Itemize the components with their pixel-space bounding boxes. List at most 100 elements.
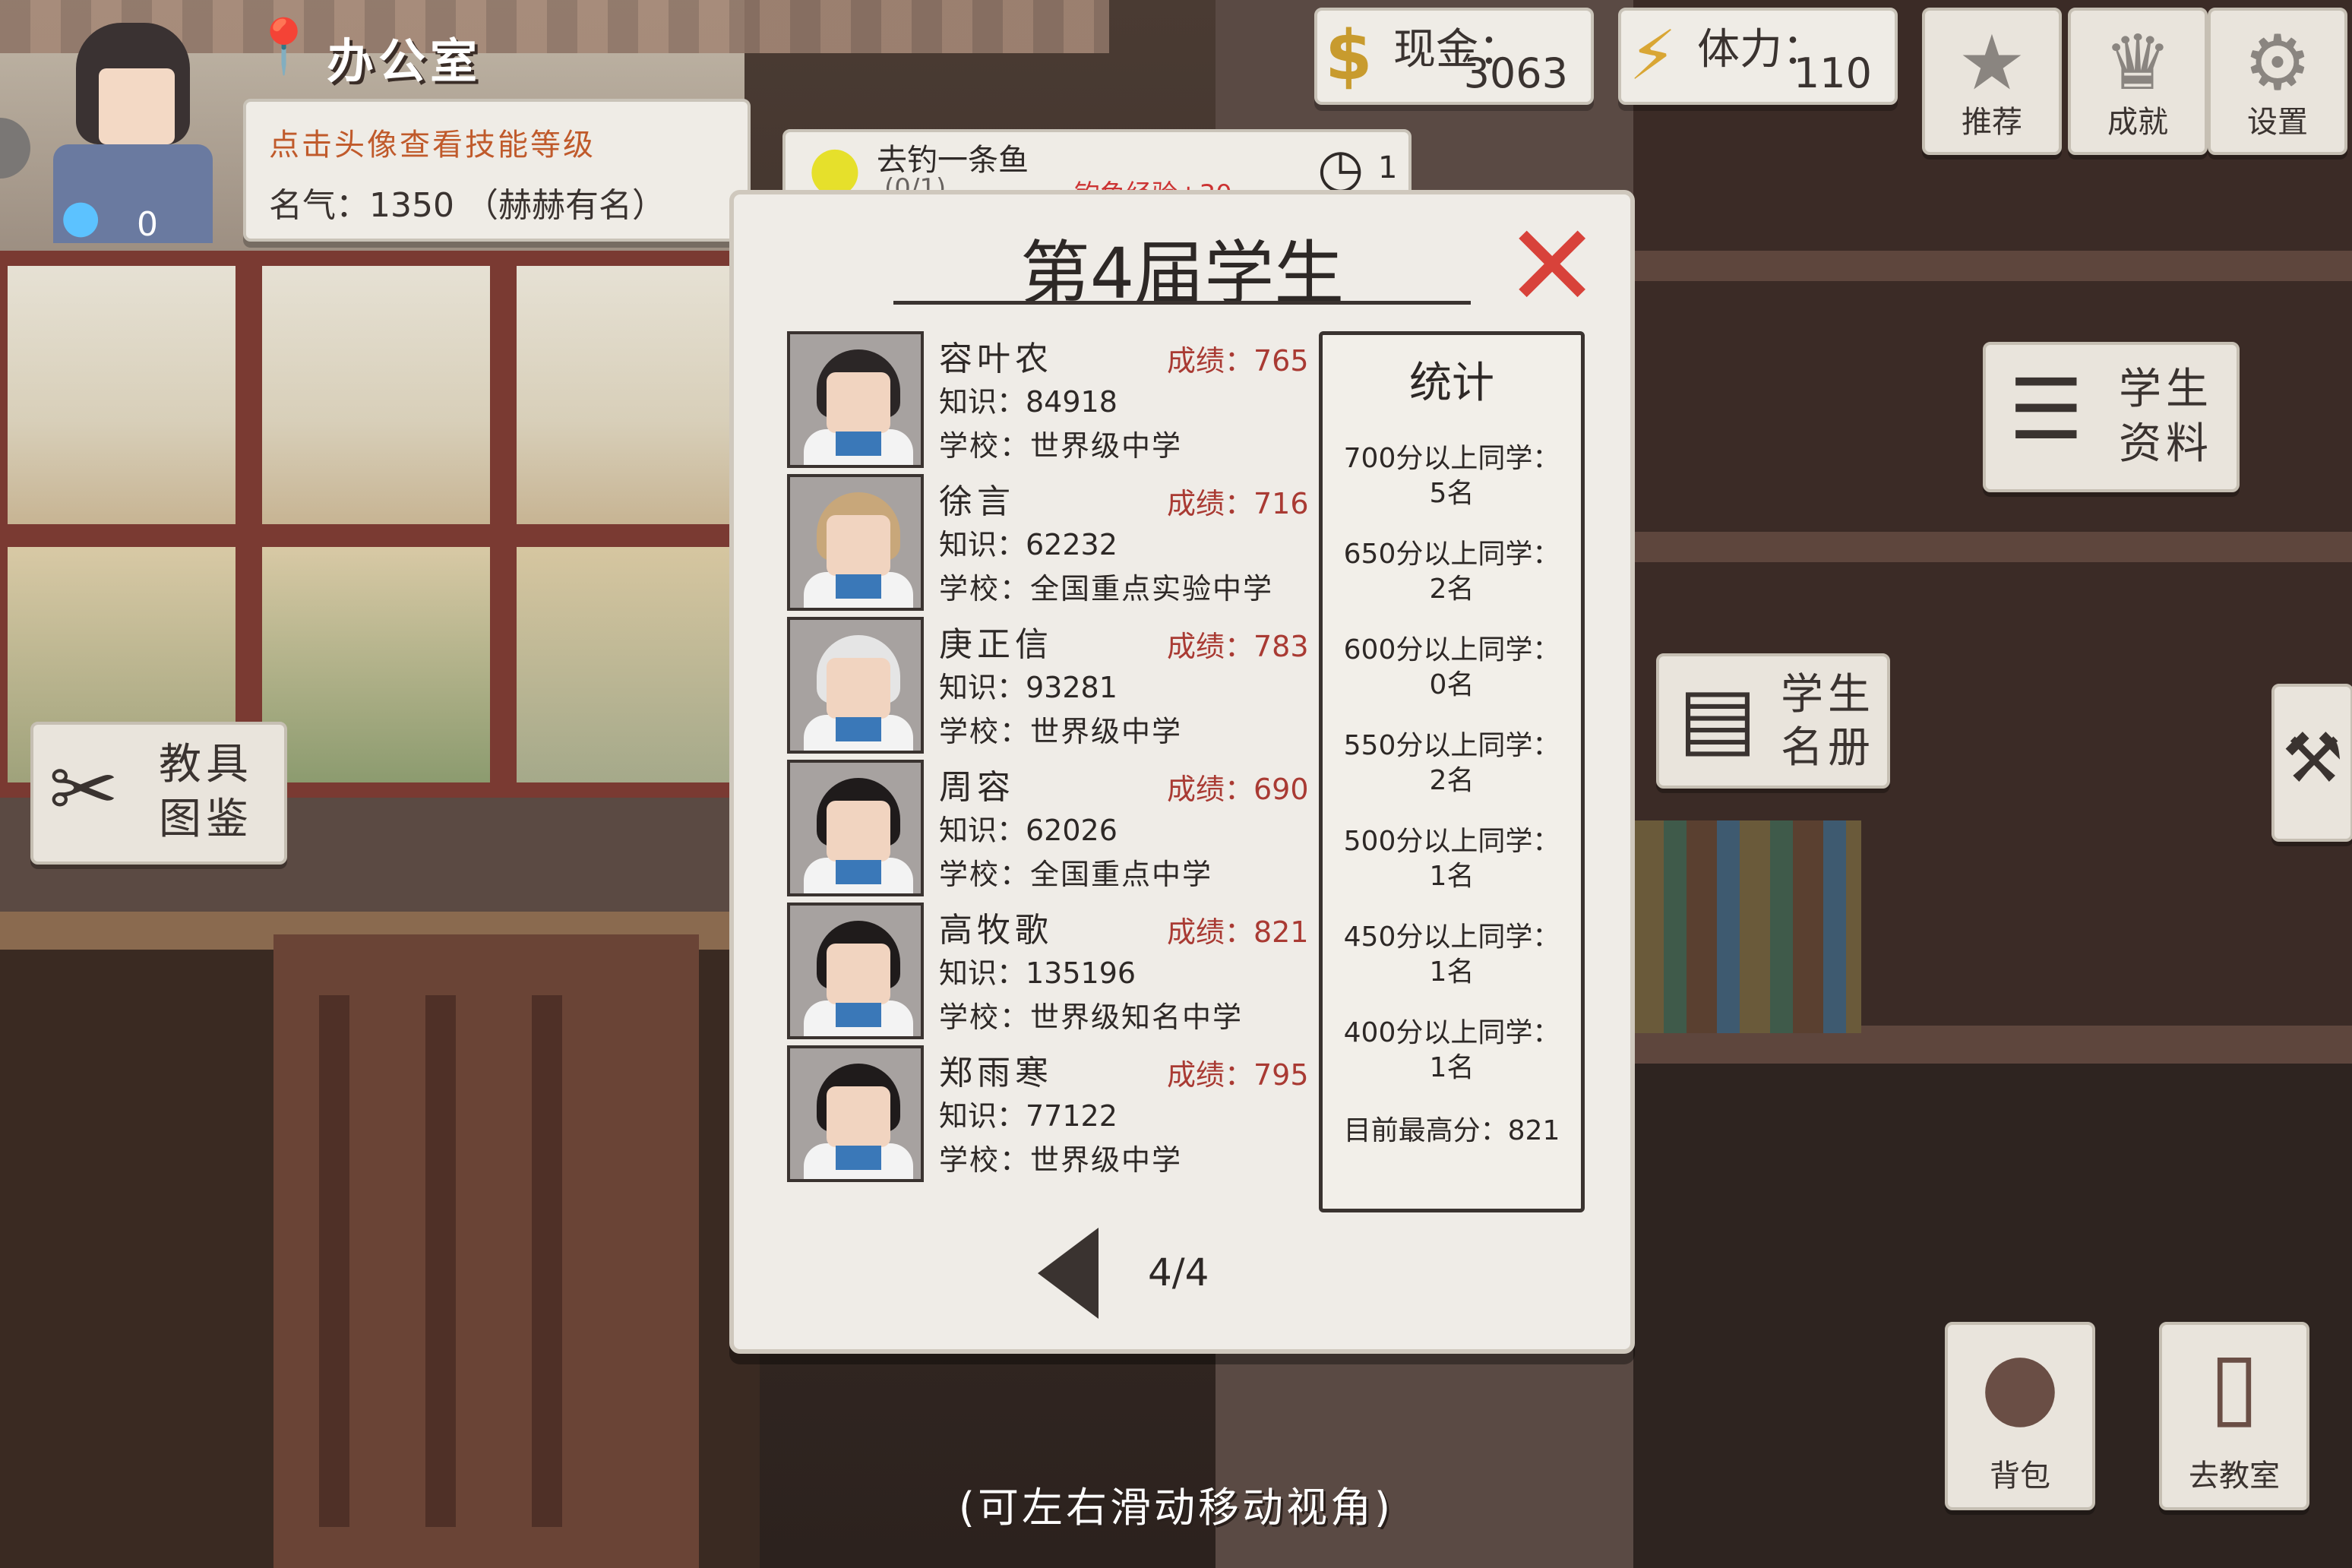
stat-count: 1名 xyxy=(1429,1052,1475,1083)
stat-label: 400分以上同学： xyxy=(1343,1017,1560,1048)
student-portrait[interactable] xyxy=(787,903,924,1039)
window-pane xyxy=(262,547,490,782)
student-name: 徐言 xyxy=(939,482,1015,521)
recommend-label: 推荐 xyxy=(1962,105,2022,140)
avatar-face xyxy=(99,68,175,144)
student-school: 学校：世界级知名中学 xyxy=(939,1001,1244,1034)
roster-label-line2: 名册 xyxy=(1781,723,1875,773)
notebook-icon: ▤ xyxy=(1678,669,1757,766)
shelf-board xyxy=(1633,532,2352,562)
room-title: 办公室 xyxy=(327,33,482,89)
background-books xyxy=(1633,820,1861,1033)
portrait-collar xyxy=(836,432,881,456)
student-knowledge: 知识：135196 xyxy=(939,956,1136,990)
student-portrait[interactable] xyxy=(787,760,924,896)
page-indicator: 4/4 xyxy=(1148,1250,1209,1295)
location-pin-icon: 📍 xyxy=(251,15,318,77)
top-score: 目前最高分：821 xyxy=(1343,1115,1560,1146)
window-pane xyxy=(262,266,490,524)
chair-slat xyxy=(425,995,456,1527)
fame-text: 名气：1350 （赫赫有名） xyxy=(269,186,665,225)
door-icon: ▯ xyxy=(2208,1332,2260,1438)
student-row[interactable]: 郑雨寒 成绩：795 知识：77122 学校：世界级中学 xyxy=(787,1045,1319,1187)
student-name: 庚正信 xyxy=(939,625,1053,664)
achievement-label: 成就 xyxy=(2107,105,2168,140)
window-pane xyxy=(517,266,737,524)
achievement-button[interactable]: ♛ 成就 xyxy=(2068,8,2208,155)
star-icon: ★ xyxy=(1958,18,2026,107)
profile-label-line1: 学生 xyxy=(2119,365,2213,414)
portrait-face xyxy=(827,658,890,719)
recommend-button[interactable]: ★ 推荐 xyxy=(1922,8,2062,155)
student-row[interactable]: 徐言 成绩：716 知识：62232 学校：全国重点实验中学 xyxy=(787,474,1319,615)
profile-label-line2: 资料 xyxy=(2119,419,2213,469)
student-grade: 成绩：795 xyxy=(1167,1058,1309,1092)
student-profile-button[interactable]: ☰ 学生 资料 xyxy=(1983,342,2240,492)
student-knowledge: 知识：93281 xyxy=(939,671,1118,704)
game-scene[interactable]: ● 0 📍 办公室 点击头像查看技能等级 名气：1350 （赫赫有名） $ 现金… xyxy=(0,0,2352,1568)
student-grade: 成绩：690 xyxy=(1167,773,1309,806)
swipe-hint: (可左右滑动移动视角) xyxy=(958,1484,1394,1532)
student-portrait[interactable] xyxy=(787,617,924,754)
portrait-face xyxy=(827,801,890,861)
student-name: 郑雨寒 xyxy=(939,1054,1053,1092)
cash-display: $ 现金： 3063 xyxy=(1314,8,1594,105)
portrait-collar xyxy=(836,574,881,599)
chair-slat xyxy=(532,995,562,1527)
stat-label: 600分以上同学： xyxy=(1343,634,1560,665)
gear-icon: ⚙ xyxy=(2243,18,2312,107)
student-knowledge: 知识：77122 xyxy=(939,1099,1118,1133)
student-row[interactable]: 高牧歌 成绩：821 知识：135196 学校：世界级知名中学 xyxy=(787,903,1319,1044)
student-row[interactable]: 庚正信 成绩：783 知识：93281 学校：世界级中学 xyxy=(787,617,1319,758)
stat-label: 700分以上同学： xyxy=(1343,443,1560,474)
dollar-icon: $ xyxy=(1325,16,1373,96)
student-row[interactable]: 容叶农 成绩：765 知识：84918 学校：世界级中学 xyxy=(787,331,1319,473)
stats-box: 统计 700分以上同学： 5名 650分以上同学： 2名 600分以上同学： 0名 550分… xyxy=(1319,331,1585,1212)
tools-catalog-button[interactable]: ✂ 教具 图鉴 xyxy=(30,722,287,865)
lightbulb-icon: ● xyxy=(61,190,101,243)
student-grade: 成绩：765 xyxy=(1167,344,1309,378)
student-school: 学校：全国重点中学 xyxy=(939,858,1213,891)
settings-button[interactable]: ⚙ 设置 xyxy=(2208,8,2347,155)
shelf-board xyxy=(1633,251,2352,281)
player-avatar[interactable]: ● 0 xyxy=(46,15,213,244)
student-grade: 成绩：783 xyxy=(1167,630,1309,663)
stat-count: 1名 xyxy=(1429,861,1475,892)
stat-count: 5名 xyxy=(1429,478,1475,509)
student-school: 学校：世界级中学 xyxy=(939,715,1183,748)
portrait-collar xyxy=(836,1003,881,1027)
stat-label: 550分以上同学： xyxy=(1343,730,1560,761)
portrait-face xyxy=(827,372,890,433)
stat-label: 650分以上同学： xyxy=(1343,539,1560,570)
settings-label: 设置 xyxy=(2247,105,2308,140)
window-pane xyxy=(517,547,737,782)
tools-label-line2: 图鉴 xyxy=(159,795,253,844)
student-portrait[interactable] xyxy=(787,331,924,468)
portrait-face xyxy=(827,1086,890,1147)
portrait-face xyxy=(827,515,890,576)
student-portrait[interactable] xyxy=(787,474,924,611)
student-knowledge: 知识：84918 xyxy=(939,385,1118,419)
bag-icon: ● xyxy=(1980,1332,2060,1438)
student-school: 学校：世界级中学 xyxy=(939,429,1183,463)
student-row[interactable]: 周容 成绩：690 知识：62026 学校：全国重点中学 xyxy=(787,760,1319,901)
student-roster-button[interactable]: ▤ 学生 名册 xyxy=(1656,653,1890,789)
student-class-panel: 第4届学生 ✕ 容叶农 成绩：765 知识：84918 学校：世界级中学 徐言 成绩：71… xyxy=(729,190,1635,1354)
student-portrait[interactable] xyxy=(787,1045,924,1182)
stat-label: 450分以上同学： xyxy=(1343,922,1560,953)
student-school: 学校：全国重点实验中学 xyxy=(939,572,1274,605)
cash-value: 3063 xyxy=(1463,49,1568,97)
close-icon[interactable]: ✕ xyxy=(1504,210,1600,324)
energy-value: 110 xyxy=(1793,49,1872,97)
student-knowledge: 知识：62026 xyxy=(939,814,1118,847)
energy-display: ⚡ 体力： 110 xyxy=(1618,8,1898,105)
title-divider xyxy=(893,301,1471,305)
player-info-card[interactable]: 点击头像查看技能等级 名气：1350 （赫赫有名） xyxy=(243,99,751,242)
avatar-hint: 点击头像查看技能等级 xyxy=(269,128,596,163)
skill-point-count: 0 xyxy=(137,205,158,244)
lightning-icon: ⚡ xyxy=(1629,16,1677,96)
hammer-button[interactable]: ⚒ xyxy=(2271,684,2352,842)
stat-count: 2名 xyxy=(1429,765,1475,796)
previous-page-arrow-icon[interactable] xyxy=(1038,1228,1099,1319)
student-name: 容叶农 xyxy=(939,340,1053,378)
